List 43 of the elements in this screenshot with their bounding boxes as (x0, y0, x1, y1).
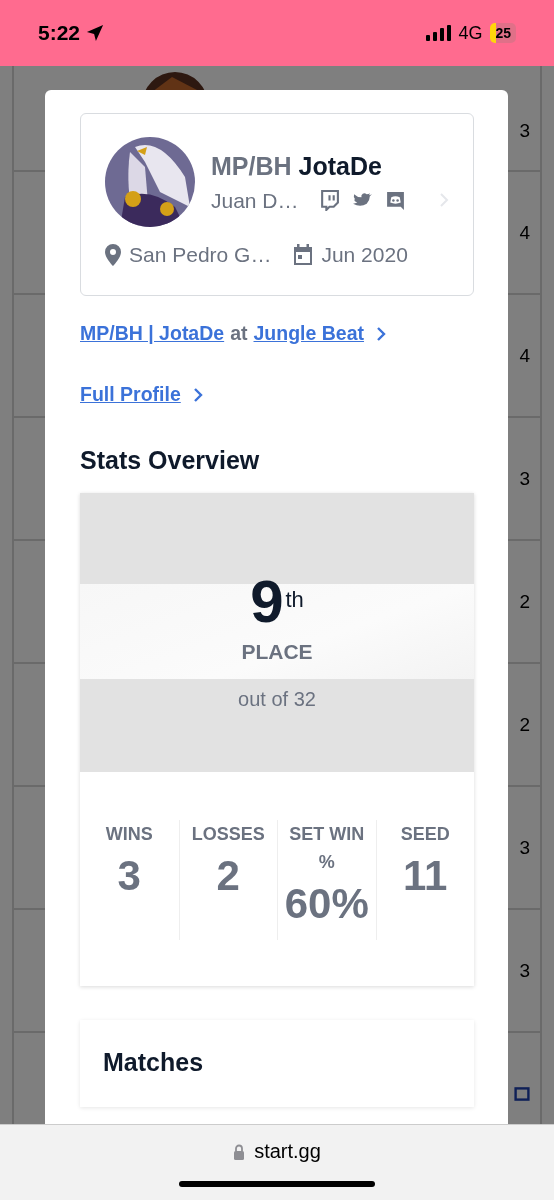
stat-value: 11 (403, 852, 448, 900)
location-arrow-icon (86, 24, 105, 42)
real-name: Juan D… (211, 188, 299, 213)
event-link[interactable]: Jungle Beat (253, 322, 365, 345)
table-cell: 4 (519, 221, 530, 244)
table-cell: 3 (519, 120, 530, 142)
signal-icon (426, 25, 453, 41)
placement-label: PLACE (241, 640, 313, 664)
section-heading: Stats Overview (80, 446, 261, 475)
table-cell: 3 (519, 467, 530, 490)
table-cell: 2 (519, 713, 530, 736)
stat-label: LOSSES (191, 823, 265, 846)
chevron-right-icon (192, 386, 203, 403)
stat-label: SET WIN % (288, 823, 366, 874)
status-time: 5:22 (38, 21, 81, 45)
location-text: San Pedro G… (129, 243, 272, 267)
table-cell: 3 (519, 959, 530, 982)
chevron-right-icon (376, 325, 387, 342)
stat-value: 60% (284, 880, 369, 928)
player-name: MP/BH JotaDe (211, 151, 383, 181)
network-label: 4G (458, 22, 483, 44)
player-link[interactable]: MP/BH | JotaDe (80, 322, 225, 345)
table-cell: 3 (519, 836, 530, 859)
stat-value: 3 (117, 852, 141, 900)
full-profile-link[interactable]: Full Profile (80, 383, 181, 406)
table-cell: 2 (519, 590, 530, 613)
chevron-right-icon (439, 192, 449, 208)
game-controller-icon (384, 190, 406, 211)
joined-date: Jun 2020 (321, 243, 408, 267)
connector-text: at (230, 322, 248, 345)
profile-card[interactable]: MP/BH JotaDe Juan D… San Pedro G… Jun 2020 (80, 113, 474, 296)
battery-indicator: 25 (490, 23, 516, 43)
table-cell: 4 (519, 344, 530, 367)
chat-bubble-icon (318, 190, 340, 211)
lock-icon (233, 1143, 246, 1160)
stat-label: SEED (400, 823, 450, 846)
placement-rank: 9$^{th}$ (250, 572, 304, 632)
location-pin-icon (105, 244, 121, 266)
stat-label: WINS (105, 823, 153, 846)
placement-total: out of 32 (238, 688, 316, 711)
stat-value: 2 (216, 852, 240, 900)
section-heading: Matches (103, 1048, 205, 1077)
url-text[interactable]: start.gg (254, 1140, 321, 1163)
